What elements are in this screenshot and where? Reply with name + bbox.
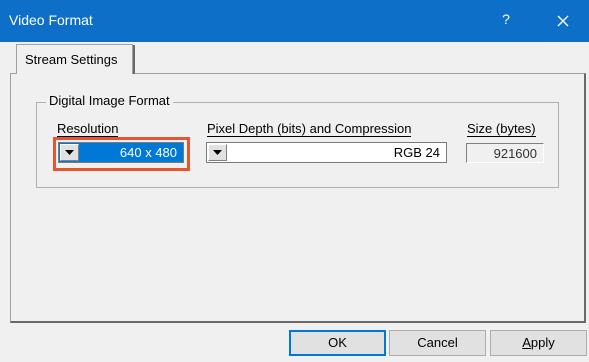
tab-label: Stream Settings [25,52,118,67]
group-label: Digital Image Format [46,93,173,108]
size-label: Size (bytes) [467,121,536,137]
size-field: 921600 [466,143,544,163]
pixel-depth-label: Pixel Depth (bits) and Compression [207,121,412,137]
pixel-depth-dropdown-button[interactable] [208,144,227,161]
apply-label-rest: pply [530,335,555,350]
window-title: Video Format [9,12,93,28]
apply-mnemonic: A [522,335,531,350]
help-button[interactable]: ? [496,11,516,31]
close-button[interactable] [549,7,577,35]
resolution-label: Resolution [57,121,119,137]
ok-button[interactable]: OK [289,330,386,356]
chevron-down-icon [213,150,222,155]
highlight-outline [53,137,190,171]
size-value: 921600 [493,146,537,161]
apply-button[interactable]: Apply [490,330,587,356]
tab-stream-settings[interactable]: Stream Settings [16,44,135,74]
cancel-button[interactable]: Cancel [389,330,486,356]
pixel-depth-dropdown[interactable]: RGB 24 [206,142,447,163]
close-icon [557,15,569,27]
pixel-depth-value: RGB 24 [393,145,440,160]
title-bar: Video Format ? [0,0,589,42]
